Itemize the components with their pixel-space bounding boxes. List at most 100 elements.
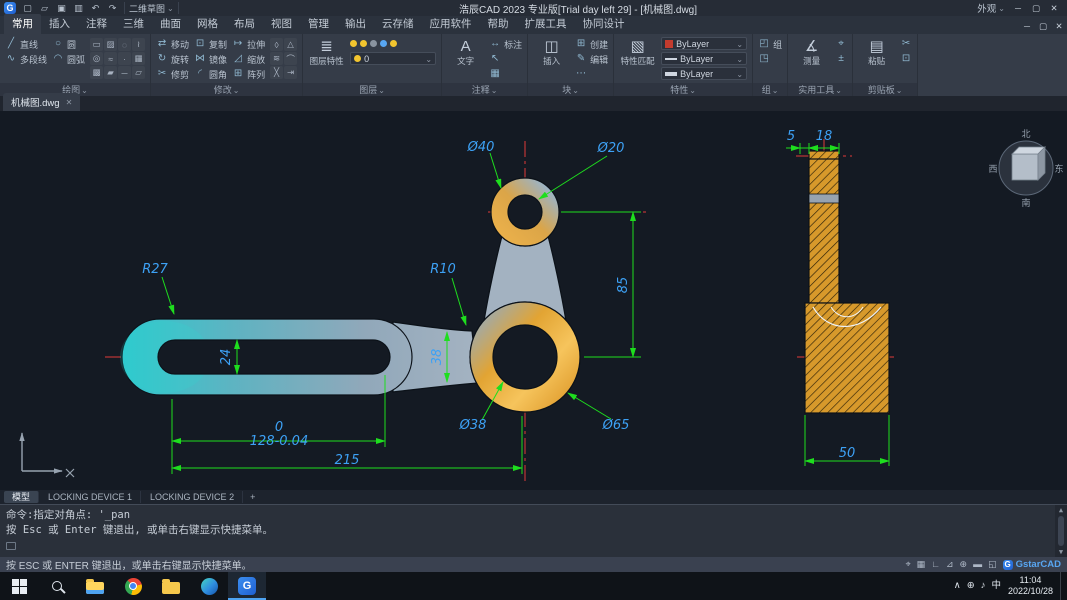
menu-tab[interactable]: 布局 (226, 14, 263, 34)
tool-lengthen[interactable]: ⇥ (284, 66, 298, 79)
linetype-dropdown[interactable]: ByLayer (661, 52, 748, 65)
lineweight-dropdown[interactable]: ByLayer (661, 67, 748, 80)
tool-copyclip[interactable]: ⊡ (900, 52, 912, 66)
scroll-down-icon[interactable]: ▼ (1059, 548, 1063, 556)
menu-tab[interactable]: 输出 (337, 14, 374, 34)
doc-minimize-button[interactable]: ─ (1019, 20, 1035, 32)
taskbar-item-search[interactable] (38, 572, 76, 600)
tool-explode[interactable]: △ (284, 38, 298, 51)
ribbon-panel-caption[interactable]: 组 (753, 83, 788, 96)
redo-icon[interactable]: ↷ (105, 2, 120, 15)
layout-tab[interactable]: LOCKING DEVICE 2 (142, 491, 244, 503)
polar-icon[interactable]: ⊿ (946, 560, 954, 569)
osnap-icon[interactable]: ⊕ (960, 560, 968, 569)
tool-rect[interactable]: ▭ (90, 38, 104, 51)
ribbon-panel-caption[interactable]: 实用工具 (788, 83, 853, 96)
menu-tab[interactable]: 管理 (300, 14, 337, 34)
ribbon-panel-caption[interactable]: 特性 (614, 83, 753, 96)
tool-text[interactable]: A 文字 (447, 37, 484, 66)
tool-fillet[interactable]: ◜ 圆角 (194, 67, 227, 81)
layer-state-icon[interactable] (360, 40, 368, 47)
tool-paste[interactable]: ▤ 粘贴 (858, 37, 895, 66)
tool-point[interactable]: · (118, 52, 132, 65)
menu-tab[interactable]: 协同设计 (575, 14, 633, 34)
taskbar-item-file-explorer[interactable] (76, 572, 114, 600)
menu-tab[interactable]: 应用软件 (422, 14, 480, 34)
fullscreen-icon[interactable]: ◱ (988, 560, 997, 569)
color-dropdown[interactable]: ByLayer (661, 37, 748, 50)
undo-icon[interactable]: ↶ (88, 2, 103, 15)
tool-scale[interactable]: ◿ 缩放 (232, 52, 265, 66)
workspace-dropdown[interactable]: 二维草图 (124, 2, 179, 14)
minimize-button[interactable]: ─ (1009, 1, 1027, 15)
restore-button[interactable]: ▢ (1027, 1, 1045, 15)
tool-trim[interactable]: ✂ 修剪 (156, 67, 189, 81)
menu-tab[interactable]: 常用 (4, 14, 41, 34)
menu-tab[interactable]: 视图 (263, 14, 300, 34)
tool-circle[interactable]: ○ 圆 (52, 37, 85, 51)
layer-dropdown[interactable]: 0 (350, 52, 437, 65)
show-desktop-button[interactable] (1060, 572, 1064, 600)
tool-break[interactable]: ╳ (270, 66, 284, 79)
scroll-up-icon[interactable]: ▲ (1059, 506, 1063, 514)
tool-create[interactable]: ⊞ 创建 (575, 37, 608, 51)
menu-tab[interactable]: 帮助 (480, 14, 517, 34)
viewcube-west-label[interactable]: 西 (988, 164, 997, 174)
lineweight-icon[interactable]: ▬ (973, 560, 982, 569)
tool-erase[interactable]: ◊ (270, 38, 284, 51)
language-indicator[interactable]: 中 (991, 581, 1001, 591)
tool-line[interactable]: ╱ 直线 (5, 37, 47, 51)
tool-move[interactable]: ⇄ 移动 (156, 37, 189, 51)
grid-icon[interactable]: ▦ (917, 560, 926, 569)
command-window[interactable]: 命令:指定对角点: '_pan 按 Esc 或 Enter 键退出, 或单击右键… (0, 504, 1067, 557)
save-icon[interactable]: ▣ (54, 2, 69, 15)
volume-icon[interactable]: ♪ (981, 581, 986, 591)
tool-gradient[interactable]: ▩ (90, 66, 104, 79)
layer-state-icon[interactable] (390, 40, 398, 47)
open-file-icon[interactable]: ▱ (37, 2, 52, 15)
tool-rotate[interactable]: ↻ 旋转 (156, 52, 189, 66)
tool-join[interactable]: ⌒ (284, 52, 298, 65)
tool-calc[interactable]: ± (835, 52, 847, 66)
tool-arc[interactable]: ◠ 圆弧 (52, 52, 85, 66)
taskbar-item-gstarcad[interactable]: G (228, 572, 266, 600)
tool-group[interactable]: ◰ 组 (758, 37, 782, 51)
tool-select[interactable]: ⌖ (835, 37, 847, 51)
tool-region[interactable]: ▰ (104, 66, 118, 79)
tool-dim[interactable]: ↔ 标注 (489, 37, 522, 51)
ortho-icon[interactable]: ∟ (931, 560, 940, 569)
tool-ellipse[interactable]: ◌ (118, 38, 132, 51)
doc-restore-button[interactable]: ▢ (1035, 20, 1051, 32)
tool-revcloud[interactable]: ≈ (104, 52, 118, 65)
tool-boundary[interactable]: ▱ (132, 66, 146, 79)
tool-hatch[interactable]: ▨ (104, 38, 118, 51)
taskbar-item-start[interactable] (0, 572, 38, 600)
tool-attrib[interactable]: ⋯ (575, 67, 608, 81)
menu-tab[interactable]: 曲面 (152, 14, 189, 34)
hidden-icons-chevron[interactable]: ∧ (954, 581, 961, 591)
tool-layers[interactable]: ≣ 图层特性 (308, 37, 345, 66)
tool-polyline[interactable]: ∿ 多段线 (5, 52, 47, 66)
tool-spline[interactable]: ≀ (132, 38, 146, 51)
close-icon[interactable]: ✕ (66, 98, 73, 107)
clock[interactable]: 11:04 2022/10/28 (1008, 575, 1053, 598)
ribbon-panel-caption[interactable]: 注释 (442, 83, 528, 96)
tool-insert[interactable]: ◫ 插入 (533, 37, 570, 66)
tool-matchprops[interactable]: ▧ 特性匹配 (619, 37, 656, 66)
scrollbar-thumb[interactable] (1058, 516, 1064, 546)
taskbar-item-edge[interactable] (190, 572, 228, 600)
new-file-icon[interactable]: ▢ (20, 2, 35, 15)
view-cube[interactable]: 北 南 西 东 (988, 129, 1063, 208)
close-button[interactable]: ✕ (1045, 1, 1063, 15)
menu-tab[interactable]: 云存储 (374, 14, 422, 34)
tool-measure[interactable]: ∡ 测量 (793, 37, 830, 66)
menu-tab[interactable]: 注释 (78, 14, 115, 34)
drawing-viewport[interactable]: Ø40 Ø20 R27 R10 85 24 38 0 128-0.04 215 … (0, 111, 1067, 490)
menu-tab[interactable]: 网格 (189, 14, 226, 34)
tool-donut[interactable]: ◎ (90, 52, 104, 65)
viewcube-south-label[interactable]: 南 (1021, 197, 1030, 208)
taskbar-item-folder[interactable] (152, 572, 190, 600)
viewcube-north-label[interactable]: 北 (1021, 129, 1030, 139)
snap-icon[interactable]: ⌖ (906, 560, 911, 569)
tool-ungroup[interactable]: ◳ (758, 52, 782, 66)
